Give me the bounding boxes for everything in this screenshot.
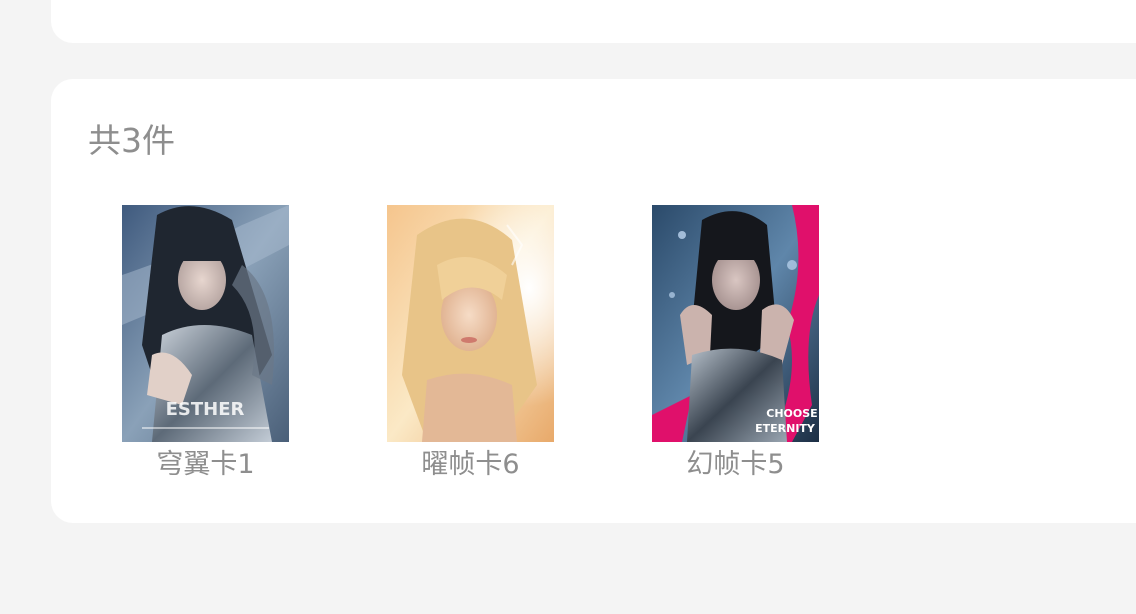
item-name: 幻帧卡5 [686, 449, 785, 480]
esther-logo-text: ESTHER [166, 399, 245, 420]
card-art-image: CHOOSE ETERNITY [652, 205, 819, 442]
item-card-3[interactable]: CHOOSE ETERNITY 幻帧卡5 [652, 205, 819, 484]
item-thumbnail[interactable] [387, 205, 554, 442]
card-art-image: ESTHER [122, 205, 289, 442]
card-art-image [387, 205, 554, 442]
items-card: 共3件 ESTHER 穹翼卡1 曜帧卡6 CHOOSE ETERNITY 幻帧卡… [51, 79, 1136, 523]
item-card-2[interactable]: 曜帧卡6 [387, 205, 554, 484]
item-thumbnail[interactable]: ESTHER [122, 205, 289, 442]
previous-section-card [51, 0, 1136, 43]
item-name: 曜帧卡6 [421, 449, 520, 480]
item-count-label: 共3件 [88, 121, 175, 160]
item-card-1[interactable]: ESTHER 穹翼卡1 [122, 205, 289, 484]
order-items-page: 共3件 ESTHER 穹翼卡1 曜帧卡6 CHOOSE ETERNITY 幻帧卡… [0, 0, 1136, 614]
item-thumbnail[interactable]: CHOOSE ETERNITY [652, 205, 819, 442]
eternity-logo-text: ETERNITY [755, 422, 816, 435]
item-name: 穹翼卡1 [156, 449, 255, 480]
choose-logo-text: CHOOSE [766, 407, 817, 420]
